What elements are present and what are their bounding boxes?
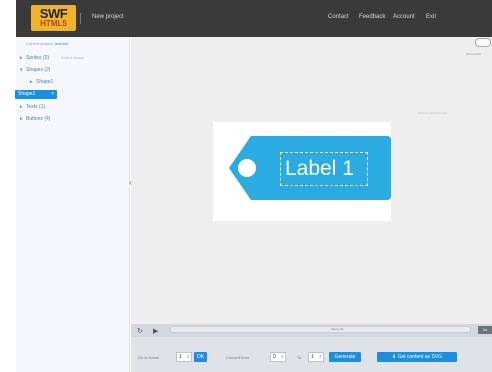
convert-from-label: Convert from bbox=[226, 355, 250, 360]
tree-item-label: Shape1 bbox=[36, 79, 54, 85]
reset-icon[interactable]: ↻ bbox=[137, 327, 143, 335]
stepper-arrows-icon[interactable]: ⇕ bbox=[319, 353, 322, 361]
go-to-frame-stepper[interactable]: 1 ⇕ bbox=[176, 352, 192, 362]
play-icon[interactable]: ▶ bbox=[153, 327, 158, 335]
stage-hint: Click to edit properties bbox=[418, 111, 448, 115]
nav-feedback[interactable]: Feedback bbox=[359, 14, 385, 20]
tag-label-text[interactable]: Label 1 bbox=[280, 152, 368, 186]
close-icon[interactable]: × bbox=[51, 91, 54, 97]
breadcrumb: Current project: test.swf bbox=[26, 41, 68, 46]
tree-item-texts[interactable]: ▸ Texts (1) bbox=[20, 104, 45, 110]
sidebar: Current project: test.swf ▸ Sprites (3) ▾… bbox=[15, 37, 130, 372]
timeline-frame-label: frame 1/1 bbox=[331, 327, 344, 331]
tree-item-label: Texts (1) bbox=[26, 104, 46, 110]
header-divider bbox=[80, 13, 81, 24]
tree-item-label: Sprites (3) bbox=[26, 55, 50, 61]
project-title: New project bbox=[92, 14, 124, 20]
convert-from-value: 0 bbox=[273, 354, 276, 360]
convert-to-label: To bbox=[297, 355, 302, 360]
nav-contact[interactable]: Contact bbox=[328, 14, 349, 20]
logo-html5-text: HTML5 bbox=[40, 19, 67, 28]
tree-item-shapes[interactable]: ▾ Shapes (2) bbox=[20, 67, 50, 73]
timeline-end-label[interactable]: 1s bbox=[478, 326, 492, 334]
stepper-arrows-icon[interactable]: ⇕ bbox=[187, 353, 190, 361]
top-bar: SWF HTML5 New project Contact Feedback A… bbox=[16, 0, 492, 37]
ok-button[interactable]: OK bbox=[194, 352, 207, 362]
selected-hint: Select shape bbox=[61, 55, 85, 60]
convert-to-value: 1 bbox=[311, 354, 314, 360]
breadcrumb-label: Current project: bbox=[26, 41, 54, 46]
timeline-track[interactable] bbox=[170, 326, 471, 333]
convert-from-stepper[interactable]: 0 ⇕ bbox=[270, 352, 286, 362]
tree-item-sprites[interactable]: ▸ Sprites (3) bbox=[20, 55, 49, 61]
screenshot-label: Screenshot bbox=[466, 52, 482, 56]
breadcrumb-file-link[interactable]: test.swf bbox=[55, 41, 69, 46]
download-svg-label: Get content as SVG bbox=[397, 354, 443, 360]
tree-item-label: Shapes (2) bbox=[26, 67, 51, 73]
tree-item-label: Buttons (4) bbox=[26, 116, 51, 122]
nav-account[interactable]: Account bbox=[393, 14, 415, 20]
download-icon: ⬇ bbox=[391, 354, 397, 360]
nav-exit[interactable]: Exit bbox=[426, 14, 436, 20]
tree-item-buttons[interactable]: ▸ Buttons (4) bbox=[20, 116, 50, 122]
go-to-frame-value: 1 bbox=[179, 354, 182, 360]
screenshot-toggle-icon[interactable] bbox=[475, 38, 491, 47]
generate-button[interactable]: Generate bbox=[329, 352, 361, 362]
download-svg-button[interactable]: ⬇ Get content as SVG bbox=[377, 352, 457, 362]
swf-html5-logo[interactable]: SWF HTML5 bbox=[31, 5, 76, 31]
tree-item-shape2-selected[interactable]: Shape2 × bbox=[15, 90, 57, 99]
tag-hole bbox=[238, 159, 256, 177]
tree-item-shape1[interactable]: ▸ Shape1 bbox=[30, 79, 53, 85]
go-to-frame-label: Go to frame bbox=[138, 355, 160, 360]
collapse-sidebar-icon[interactable]: ‹ bbox=[129, 178, 132, 187]
convert-to-stepper[interactable]: 1 ⇕ bbox=[308, 352, 324, 362]
selected-item-label: Shape2 bbox=[18, 91, 36, 97]
stepper-arrows-icon[interactable]: ⇕ bbox=[281, 353, 284, 361]
